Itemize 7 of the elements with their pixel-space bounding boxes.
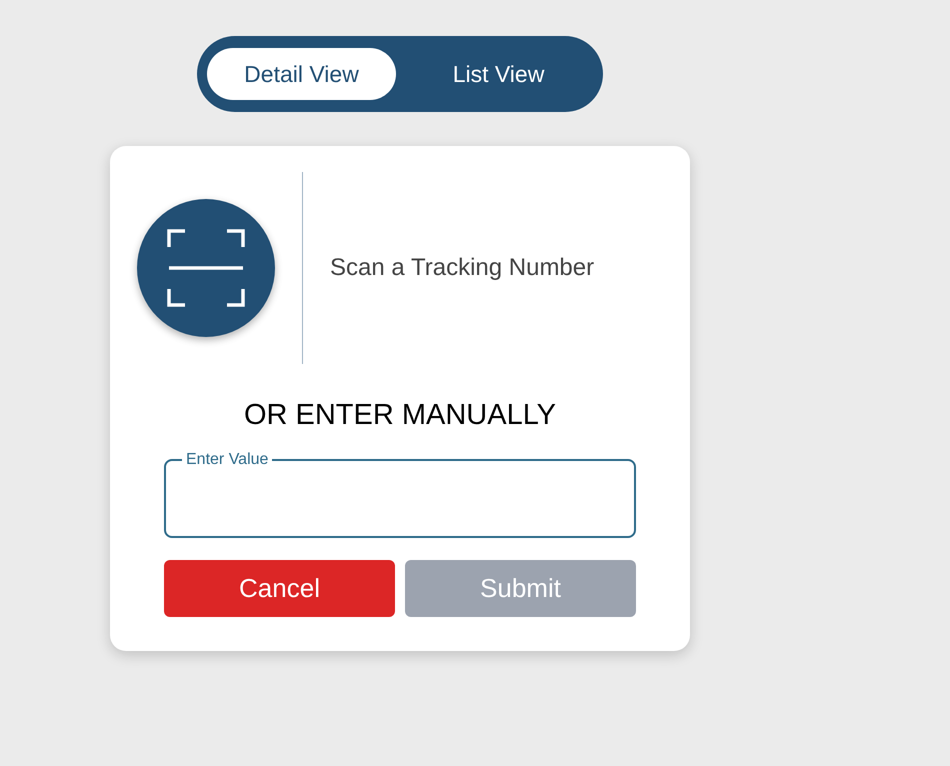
cancel-button[interactable]: Cancel [164, 560, 395, 616]
view-tab[interactable]: List View [404, 48, 593, 100]
scan-icon[interactable] [167, 229, 245, 307]
scan-label: Scan a Tracking Number [330, 253, 594, 283]
field-label: Enter Value [185, 450, 270, 470]
manual-heading: OR ENTER MANUALLY [244, 399, 556, 431]
view-tab[interactable]: Detail View [207, 48, 396, 100]
